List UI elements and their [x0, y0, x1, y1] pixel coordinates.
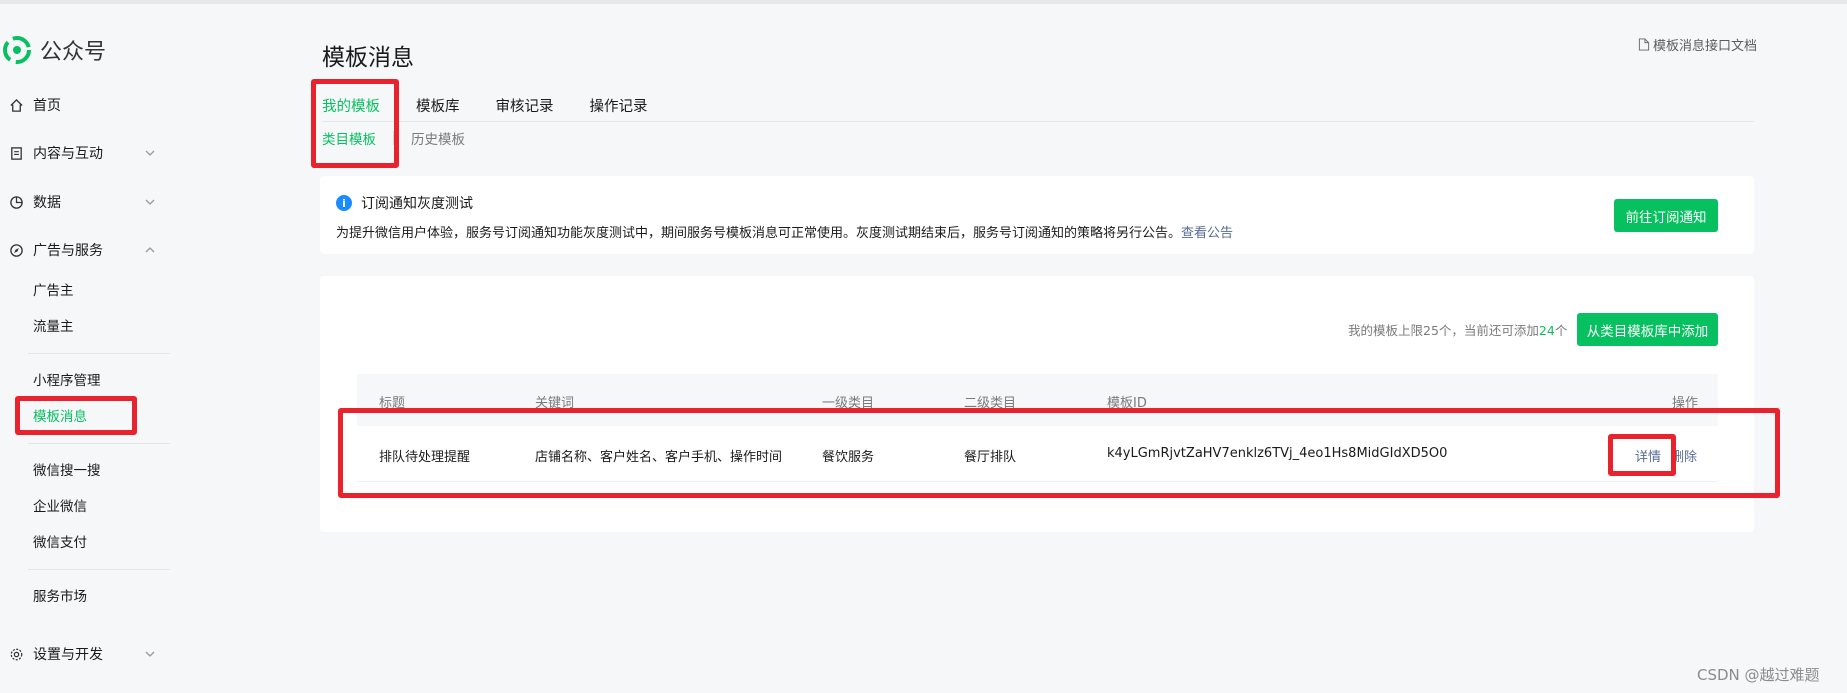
logo-text: 公众号 [40, 40, 107, 65]
template-limit-text: 我的模板上限25个，当前还可添加24个 [1348, 323, 1568, 338]
watermark: CSDN @越过难题 [1697, 666, 1820, 684]
home-icon [8, 97, 24, 113]
notice-card: i 订阅通知灰度测试 为提升微信用户体验，服务号订阅通知功能灰度测试中，期间服务… [320, 176, 1754, 254]
wechat-logo-icon [3, 36, 31, 64]
sidebar-divider [28, 353, 170, 354]
top-border [0, 0, 1847, 4]
notice-title: 订阅通知灰度测试 [361, 196, 473, 212]
sidebar-item-label: 首页 [33, 98, 61, 114]
sidebar-item-data[interactable]: 数据 [8, 189, 158, 215]
info-icon: i [336, 195, 352, 211]
pie-chart-icon [8, 194, 24, 210]
sidebar-sub-work-wechat[interactable]: 企业微信 [33, 496, 87, 518]
chevron-down-icon [145, 199, 155, 205]
tab-review-records[interactable]: 审核记录 [496, 96, 554, 118]
sidebar-sub-miniprogram[interactable]: 小程序管理 [33, 370, 101, 392]
sidebar-item-home[interactable]: 首页 [8, 92, 158, 118]
sidebar-item-settings[interactable]: 设置与开发 [8, 641, 158, 667]
page-title: 模板消息 [322, 45, 414, 71]
api-doc-link[interactable]: 模板消息接口文档 [1638, 35, 1757, 54]
sidebar-item-label: 数据 [33, 195, 61, 211]
view-announcement-link[interactable]: 查看公告 [1181, 226, 1233, 241]
sidebar-divider [28, 443, 170, 444]
add-from-library-button[interactable]: 从类目模板库中添加 [1577, 313, 1718, 346]
subtab-history-templates[interactable]: 历史模板 [411, 128, 465, 148]
sidebar-item-label: 设置与开发 [33, 647, 103, 663]
sidebar: 公众号 首页 内容与互动 数据 广告与服务 广告主 流量主 小程序管理 模板消息… [0, 4, 176, 693]
sidebar-item-ads-services[interactable]: 广告与服务 [8, 237, 158, 263]
sidebar-sub-advertiser[interactable]: 广告主 [33, 280, 74, 302]
highlight-template-row [338, 408, 1780, 498]
tabs-divider [322, 121, 1754, 122]
compass-icon [8, 242, 24, 258]
file-icon [1638, 38, 1650, 51]
sidebar-item-label: 广告与服务 [33, 243, 103, 259]
go-subscription-button[interactable]: 前往订阅通知 [1614, 199, 1718, 232]
sidebar-sub-service-market[interactable]: 服务市场 [33, 586, 87, 608]
sidebar-item-label: 内容与互动 [33, 146, 103, 162]
logo[interactable]: 公众号 [2, 34, 106, 66]
sidebar-sub-publisher[interactable]: 流量主 [33, 316, 74, 338]
chevron-down-icon [145, 150, 155, 156]
document-icon [8, 145, 24, 161]
gear-icon [8, 646, 24, 662]
chevron-down-icon [145, 651, 155, 657]
notice-header: i 订阅通知灰度测试 [336, 193, 473, 213]
highlight-template-message [15, 396, 137, 435]
notice-body: 为提升微信用户体验，服务号订阅通知功能灰度测试中，期间服务号模板消息可正常使用。… [336, 226, 1234, 241]
tab-operation-records[interactable]: 操作记录 [590, 96, 648, 118]
highlight-detail-link [1608, 434, 1676, 476]
sidebar-sub-wechat-pay[interactable]: 微信支付 [33, 532, 87, 554]
highlight-my-templates [311, 79, 399, 168]
sidebar-sub-wechat-search[interactable]: 微信搜一搜 [33, 460, 101, 482]
chevron-up-icon [145, 247, 155, 253]
sidebar-divider [28, 569, 170, 570]
tab-template-library[interactable]: 模板库 [416, 96, 460, 118]
sidebar-item-content[interactable]: 内容与互动 [8, 140, 158, 166]
